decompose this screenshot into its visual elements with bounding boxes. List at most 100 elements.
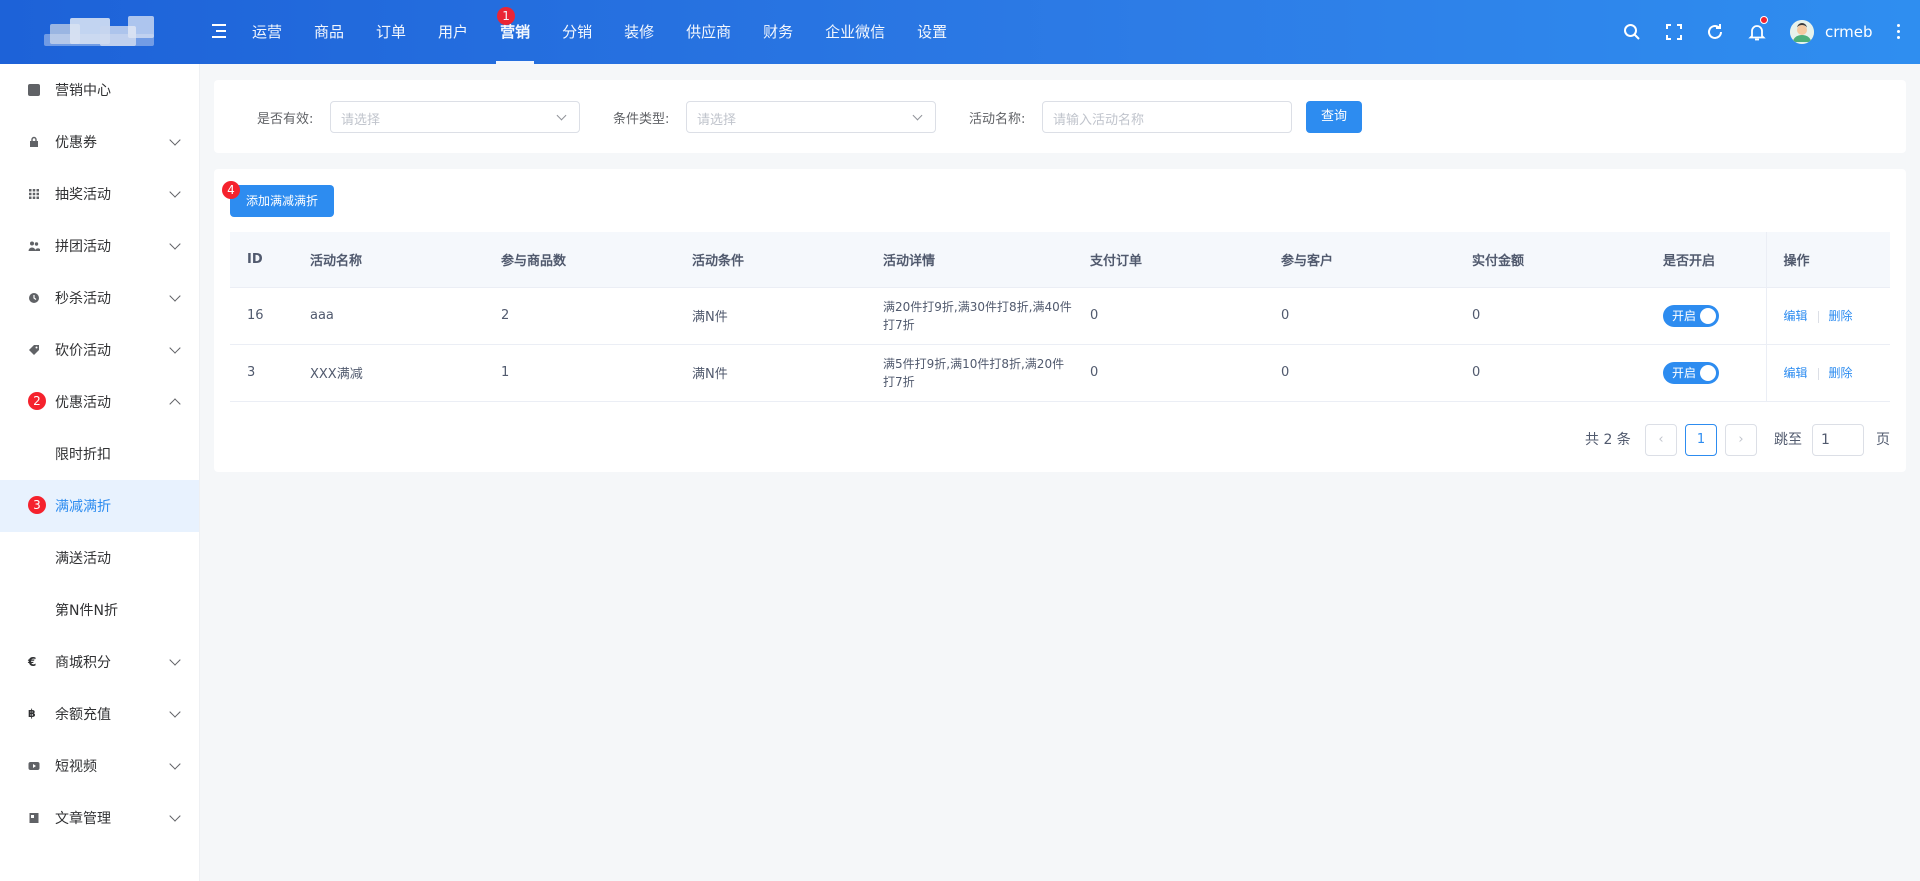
sidebar-item-articles[interactable]: 文章管理	[0, 792, 199, 844]
delete-link[interactable]: 删除	[1829, 309, 1853, 323]
sidebar-item-flash-sale[interactable]: 秒杀活动	[0, 272, 199, 324]
sidebar-subitem-nth-discount[interactable]: 第N件N折	[0, 584, 199, 636]
cell-name: XXX满减	[293, 344, 484, 402]
step-badge-1: 1	[497, 7, 516, 25]
add-full-reduction-button[interactable]: 添加满减满折	[230, 185, 334, 217]
enabled-toggle[interactable]: 开启	[1663, 361, 1719, 384]
bitcoin-icon: ฿	[28, 707, 36, 720]
nav-item-products[interactable]: 商品	[298, 0, 360, 64]
cell-detail: 满20件打9折,满30件打8折,满40件打7折	[883, 299, 1072, 332]
name-input[interactable]: 请输入活动名称	[1042, 101, 1292, 133]
type-label: 条件类型:	[613, 112, 670, 127]
nav-item-users[interactable]: 用户	[422, 0, 484, 64]
nav-item-orders[interactable]: 订单	[360, 0, 422, 64]
edit-link[interactable]: 编辑	[1784, 309, 1808, 323]
column-header: 实付金额	[1455, 232, 1646, 288]
page-number-button[interactable]: 1	[1685, 424, 1717, 456]
column-header: ID	[230, 232, 293, 288]
column-header: 参与商品数	[484, 232, 675, 288]
cell-amount: 0	[1455, 344, 1646, 402]
nav-item-wecom[interactable]: 企业微信	[809, 0, 901, 64]
bell-icon[interactable]	[1747, 22, 1767, 42]
sidebar-item-promotions[interactable]: 2 优惠活动	[0, 376, 199, 428]
nav-item-distribution[interactable]: 分销	[546, 0, 608, 64]
cell-detail: 满5件打9折,满10件打8折,满20件打7折	[883, 356, 1065, 389]
next-page-button[interactable]: ›	[1725, 424, 1757, 456]
menu-collapse-icon[interactable]	[212, 22, 230, 40]
delete-link[interactable]: 删除	[1829, 366, 1853, 380]
cell-id: 16	[230, 287, 293, 345]
column-header: 活动名称	[293, 232, 484, 288]
column-header: 参与客户	[1264, 232, 1455, 288]
more-vertical-icon[interactable]	[1897, 24, 1900, 40]
table-row: 16 aaa 2 满N件 满20件打9折,满30件打8折,满40件打7折 0 0…	[230, 287, 1890, 345]
sidebar-item-marketing-center[interactable]: 营销中心	[0, 64, 199, 116]
logo[interactable]	[40, 12, 160, 54]
chevron-down-icon	[169, 342, 181, 354]
valid-select[interactable]: 请选择	[330, 101, 580, 133]
nav-item-supplier[interactable]: 供应商	[670, 0, 747, 64]
cell-id: 3	[230, 344, 293, 402]
prev-page-button[interactable]: ‹	[1645, 424, 1677, 456]
nav-item-finance[interactable]: 财务	[747, 0, 809, 64]
clock-icon	[29, 293, 39, 303]
chevron-down-icon	[169, 186, 181, 198]
sidebar-subitem-full-reduction[interactable]: 3 满减满折	[0, 480, 199, 532]
page-unit-label: 页	[1876, 432, 1890, 448]
cell-paid-orders: 0	[1073, 287, 1264, 345]
euro-icon: €	[28, 655, 37, 669]
chevron-down-icon	[169, 290, 181, 302]
sidebar-subitem-time-discount[interactable]: 限时折扣	[0, 428, 199, 480]
sidebar-item-recharge[interactable]: ฿ 余额充值	[0, 688, 199, 740]
edit-link[interactable]: 编辑	[1784, 366, 1808, 380]
lock-icon	[30, 136, 38, 147]
type-select[interactable]: 请选择	[686, 101, 936, 133]
jump-page-input[interactable]: 1	[1812, 424, 1864, 456]
chevron-down-icon	[169, 134, 181, 146]
nav-item-settings[interactable]: 设置	[901, 0, 963, 64]
top-nav: 运营 商品 订单 用户 1 营销 分销 装修 供应商 财务 企业微信 设置	[236, 0, 963, 64]
name-label: 活动名称:	[969, 112, 1026, 127]
column-header: 活动条件	[675, 232, 866, 288]
cell-customers: 0	[1264, 344, 1455, 402]
column-header: 支付订单	[1073, 232, 1264, 288]
table-row: 3 XXX满减 1 满N件 满5件打9折,满10件打8折,满20件打7折 0 0…	[230, 344, 1890, 402]
nav-item-decoration[interactable]: 装修	[608, 0, 670, 64]
activity-table: ID 活动名称 参与商品数 活动条件 活动详情 支付订单 参与客户 实付金额 是…	[230, 232, 1890, 402]
nav-item-marketing[interactable]: 1 营销	[484, 0, 546, 64]
column-header: 操作	[1765, 232, 1890, 288]
cell-goods-count: 1	[484, 344, 675, 402]
sidebar-item-points[interactable]: € 商城积分	[0, 636, 199, 688]
refresh-icon[interactable]	[1705, 22, 1725, 42]
notification-dot	[1760, 16, 1768, 24]
fullscreen-icon[interactable]	[1664, 22, 1684, 42]
cell-paid-orders: 0	[1073, 344, 1264, 402]
tag-icon	[29, 345, 39, 355]
sidebar-item-group-buy[interactable]: 拼团活动	[0, 220, 199, 272]
total-count: 共 2 条	[1585, 432, 1631, 448]
cell-condition: 满N件	[675, 344, 866, 402]
table-header-row: ID 活动名称 参与商品数 活动条件 活动详情 支付订单 参与客户 实付金额 是…	[230, 232, 1890, 288]
sidebar-item-lottery[interactable]: 抽奖活动	[0, 168, 199, 220]
chevron-down-icon	[556, 110, 567, 121]
group-icon	[28, 241, 40, 251]
jump-label: 跳至	[1774, 432, 1802, 448]
search-button[interactable]: 查询	[1306, 101, 1362, 133]
avatar	[1790, 20, 1814, 44]
enabled-toggle[interactable]: 开启	[1663, 304, 1719, 327]
grid-icon	[29, 189, 39, 199]
nav-item-operation[interactable]: 运营	[236, 0, 298, 64]
chevron-down-icon	[169, 758, 181, 770]
sidebar-subitem-full-gift[interactable]: 满送活动	[0, 532, 199, 584]
top-header: 运营 商品 订单 用户 1 营销 分销 装修 供应商 财务 企业微信 设置 cr…	[0, 0, 1920, 64]
sidebar: 营销中心 优惠券 抽奖活动 拼团活动 秒杀活动 砍价活动 2 优惠活动 限时折扣…	[0, 64, 200, 881]
cell-name: aaa	[293, 287, 484, 345]
sidebar-item-bargain[interactable]: 砍价活动	[0, 324, 199, 376]
sidebar-item-coupons[interactable]: 优惠券	[0, 116, 199, 168]
step-badge-4: 4	[222, 181, 240, 199]
cell-goods-count: 2	[484, 287, 675, 345]
search-icon[interactable]	[1622, 22, 1642, 42]
sidebar-item-short-video[interactable]: 短视频	[0, 740, 199, 792]
user-menu[interactable]: crmeb	[1790, 20, 1873, 44]
chevron-down-icon	[169, 654, 181, 666]
